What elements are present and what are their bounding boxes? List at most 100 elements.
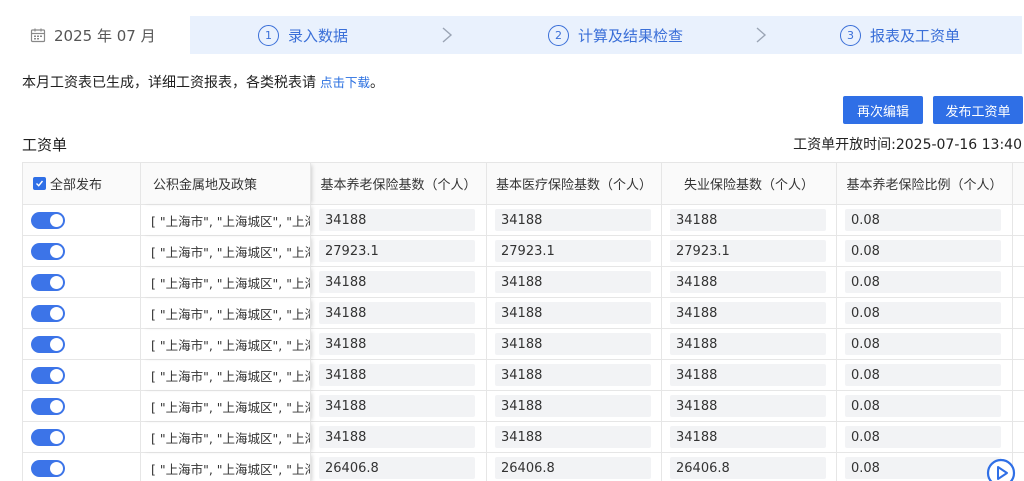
checkbox-checked-icon[interactable] xyxy=(33,177,46,190)
step-1[interactable]: 1 录入数据 xyxy=(258,16,348,54)
step-1-number: 1 xyxy=(258,24,279,46)
table-row: [ "上海市", "上海城区", "上海 34188 34188 34188 0… xyxy=(23,298,1024,329)
pension-base-input[interactable]: 34188 xyxy=(319,364,475,386)
header-medical-base: 基本医疗保险基数（个人） xyxy=(487,163,662,205)
step-3[interactable]: 3 报表及工资单 xyxy=(840,16,960,54)
table-row: [ "上海市", "上海城区", "上海 27923.1 27923.1 279… xyxy=(23,236,1024,267)
publish-cell xyxy=(23,205,141,236)
pension-ratio-cell: 0.08 xyxy=(837,329,1013,360)
medical-base-input[interactable]: 34188 xyxy=(495,271,651,293)
header-publish-all[interactable]: 全部发布 xyxy=(23,163,141,205)
generated-notice: 本月工资表已生成，详细工资报表，各类税表请 点击下载。 xyxy=(22,72,384,92)
medical-base-input[interactable]: 34188 xyxy=(495,426,651,448)
pension-ratio-input[interactable]: 0.08 xyxy=(845,395,1001,417)
play-circle-icon[interactable] xyxy=(986,458,1016,481)
medical-base-cell: 34188 xyxy=(487,298,662,329)
pension-base-input[interactable]: 34188 xyxy=(319,395,475,417)
medical-base-input[interactable]: 27923.1 xyxy=(495,240,651,262)
publish-payslip-button[interactable]: 发布工资单 xyxy=(933,96,1023,124)
table-header: 全部发布 公积金属地及政策 基本养老保险基数（个人） 基本医疗保险基数（个人） … xyxy=(23,163,1024,205)
publish-cell xyxy=(23,267,141,298)
policy-cell: [ "上海市", "上海城区", "上海 xyxy=(141,298,311,329)
unemployment-base-cell: 27923.1 xyxy=(662,236,837,267)
publish-toggle[interactable] xyxy=(31,428,65,446)
policy-value: [ "上海市", "上海城区", "上海 xyxy=(151,461,311,477)
policy-cell: [ "上海市", "上海城区", "上海 xyxy=(141,236,311,267)
publish-toggle[interactable] xyxy=(31,459,65,477)
medical-base-input[interactable]: 34188 xyxy=(495,302,651,324)
medical-base-cell: 34188 xyxy=(487,391,662,422)
overflow-cell xyxy=(1013,422,1024,453)
table-row: [ "上海市", "上海城区", "上海 34188 34188 34188 0… xyxy=(23,360,1024,391)
unemployment-base-cell: 34188 xyxy=(662,205,837,236)
unemployment-base-input[interactable]: 34188 xyxy=(670,364,826,386)
chevron-right-icon xyxy=(756,27,767,43)
pension-ratio-input[interactable]: 0.08 xyxy=(845,364,1001,386)
publish-cell xyxy=(23,298,141,329)
medical-base-input[interactable]: 34188 xyxy=(495,333,651,355)
download-link[interactable]: 点击下载 xyxy=(320,75,370,90)
publish-toggle[interactable] xyxy=(31,273,65,291)
publish-toggle[interactable] xyxy=(31,397,65,415)
unemployment-base-input[interactable]: 34188 xyxy=(670,271,826,293)
policy-cell: [ "上海市", "上海城区", "上海 xyxy=(141,422,311,453)
pension-ratio-cell: 0.08 xyxy=(837,267,1013,298)
publish-toggle[interactable] xyxy=(31,335,65,353)
policy-cell: [ "上海市", "上海城区", "上海 xyxy=(141,205,311,236)
pension-ratio-input[interactable]: 0.08 xyxy=(845,302,1001,324)
publish-toggle[interactable] xyxy=(31,304,65,322)
unemployment-base-cell: 34188 xyxy=(662,391,837,422)
pension-ratio-cell: 0.08 xyxy=(837,236,1013,267)
policy-value: [ "上海市", "上海城区", "上海 xyxy=(151,213,311,229)
pension-ratio-cell: 0.08 xyxy=(837,360,1013,391)
pension-ratio-input[interactable]: 0.08 xyxy=(845,426,1001,448)
pension-base-input[interactable]: 34188 xyxy=(319,333,475,355)
step-2[interactable]: 2 计算及结果检查 xyxy=(548,16,683,54)
medical-base-input[interactable]: 34188 xyxy=(495,395,651,417)
medical-base-input[interactable]: 26406.8 xyxy=(495,457,651,479)
medical-base-cell: 34188 xyxy=(487,329,662,360)
publish-cell xyxy=(23,329,141,360)
publish-cell xyxy=(23,236,141,267)
unemployment-base-input[interactable]: 34188 xyxy=(670,395,826,417)
step-2-number: 2 xyxy=(548,24,569,46)
publish-cell xyxy=(23,422,141,453)
unemployment-base-input[interactable]: 34188 xyxy=(670,426,826,448)
unemployment-base-input[interactable]: 34188 xyxy=(670,302,826,324)
medical-base-input[interactable]: 34188 xyxy=(495,364,651,386)
medical-base-input[interactable]: 34188 xyxy=(495,209,651,231)
publish-cell xyxy=(23,453,141,481)
publish-toggle[interactable] xyxy=(31,366,65,384)
unemployment-base-cell: 34188 xyxy=(662,267,837,298)
unemployment-base-input[interactable]: 26406.8 xyxy=(670,457,826,479)
pension-ratio-input[interactable]: 0.08 xyxy=(845,271,1001,293)
overflow-cell xyxy=(1013,360,1024,391)
pension-base-cell: 34188 xyxy=(311,267,487,298)
step-bar: 2025 年 07 月 1 录入数据 2 计算及结果检查 3 报表及工资单 xyxy=(22,16,1022,54)
header-unemployment-base: 失业保险基数（个人） xyxy=(662,163,837,205)
pension-base-input[interactable]: 34188 xyxy=(319,302,475,324)
publish-cell xyxy=(23,391,141,422)
unemployment-base-input[interactable]: 27923.1 xyxy=(670,240,826,262)
pension-base-cell: 34188 xyxy=(311,298,487,329)
pension-ratio-input[interactable]: 0.08 xyxy=(845,209,1001,231)
unemployment-base-input[interactable]: 34188 xyxy=(670,333,826,355)
policy-cell: [ "上海市", "上海城区", "上海 xyxy=(141,267,311,298)
pension-ratio-input[interactable]: 0.08 xyxy=(845,333,1001,355)
pension-ratio-input[interactable]: 0.08 xyxy=(845,457,1001,479)
header-overflow xyxy=(1013,163,1024,205)
unemployment-base-input[interactable]: 34188 xyxy=(670,209,826,231)
policy-value: [ "上海市", "上海城区", "上海 xyxy=(151,306,311,322)
edit-again-button[interactable]: 再次编辑 xyxy=(843,96,923,124)
publish-toggle[interactable] xyxy=(31,242,65,260)
month-picker[interactable]: 2025 年 07 月 xyxy=(22,16,190,54)
pension-base-input[interactable]: 34188 xyxy=(319,271,475,293)
publish-toggle[interactable] xyxy=(31,211,65,229)
medical-base-cell: 26406.8 xyxy=(487,453,662,481)
pension-base-input[interactable]: 34188 xyxy=(319,426,475,448)
pension-base-input[interactable]: 34188 xyxy=(319,209,475,231)
pension-ratio-input[interactable]: 0.08 xyxy=(845,240,1001,262)
medical-base-cell: 34188 xyxy=(487,205,662,236)
pension-base-input[interactable]: 27923.1 xyxy=(319,240,475,262)
pension-base-input[interactable]: 26406.8 xyxy=(319,457,475,479)
